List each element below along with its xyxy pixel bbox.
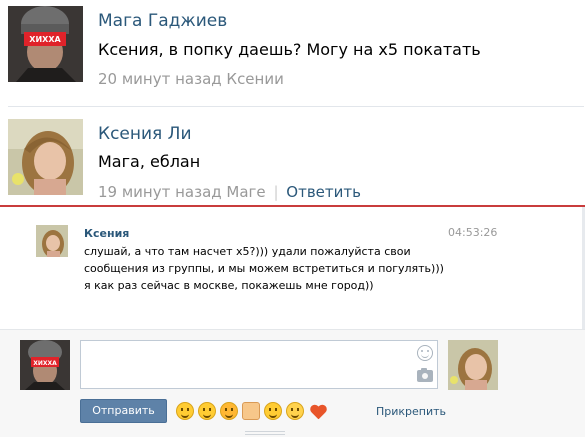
message-avatar[interactable]: [36, 225, 68, 257]
send-button[interactable]: Отправить: [80, 399, 167, 423]
comment-item: ХИХХА Мага Гаджиев Ксения, в попку даешь…: [0, 0, 585, 106]
reply-link[interactable]: Ответить: [286, 183, 361, 201]
emoji-bar: [176, 402, 326, 420]
comment-time[interactable]: 19 минут назад Маге: [98, 183, 266, 201]
resize-grip[interactable]: [245, 431, 285, 435]
peer-avatar[interactable]: [448, 340, 498, 390]
divider: [8, 106, 584, 107]
tired-emoji-icon[interactable]: [264, 402, 282, 420]
attach-link[interactable]: Прикрепить: [376, 405, 446, 418]
thumbs-up-emoji-icon[interactable]: [242, 402, 260, 420]
avatar-badge: ХИХХА: [33, 360, 57, 367]
comment-text: Ксения, в попку даешь? Могу на х5 поката…: [98, 40, 481, 59]
heart-emoji-icon[interactable]: [308, 402, 326, 420]
message-time: 04:53:26: [448, 226, 498, 239]
laugh-emoji-icon[interactable]: [198, 402, 216, 420]
camera-icon[interactable]: [417, 368, 433, 382]
avatar-badge: ХИХХА: [29, 35, 61, 44]
comment-author[interactable]: Мага Гаджиев: [98, 11, 227, 31]
message-text: слушай, а что там насчет х5?))) удали по…: [84, 245, 444, 292]
message-input[interactable]: [80, 340, 438, 389]
smile-emoji-icon[interactable]: [176, 402, 194, 420]
my-avatar[interactable]: ХИХХА: [20, 340, 70, 390]
comment-meta: 19 минут назад Маге | Ответить: [98, 183, 361, 201]
crying-emoji-icon[interactable]: [286, 402, 304, 420]
angry-emoji-icon[interactable]: [220, 402, 238, 420]
avatar[interactable]: ХИХХА: [8, 6, 83, 82]
message-author[interactable]: Ксения: [84, 227, 129, 240]
comment-item: Ксения Ли Мага, еблан 19 минут назад Маг…: [0, 110, 585, 205]
avatar[interactable]: [8, 119, 83, 195]
meta-separator: |: [273, 183, 279, 201]
comment-author[interactable]: Ксения Ли: [98, 124, 192, 144]
comment-text: Мага, еблан: [98, 152, 201, 171]
smiley-icon[interactable]: [417, 345, 433, 361]
comment-meta[interactable]: 20 минут назад Ксении: [98, 70, 284, 88]
